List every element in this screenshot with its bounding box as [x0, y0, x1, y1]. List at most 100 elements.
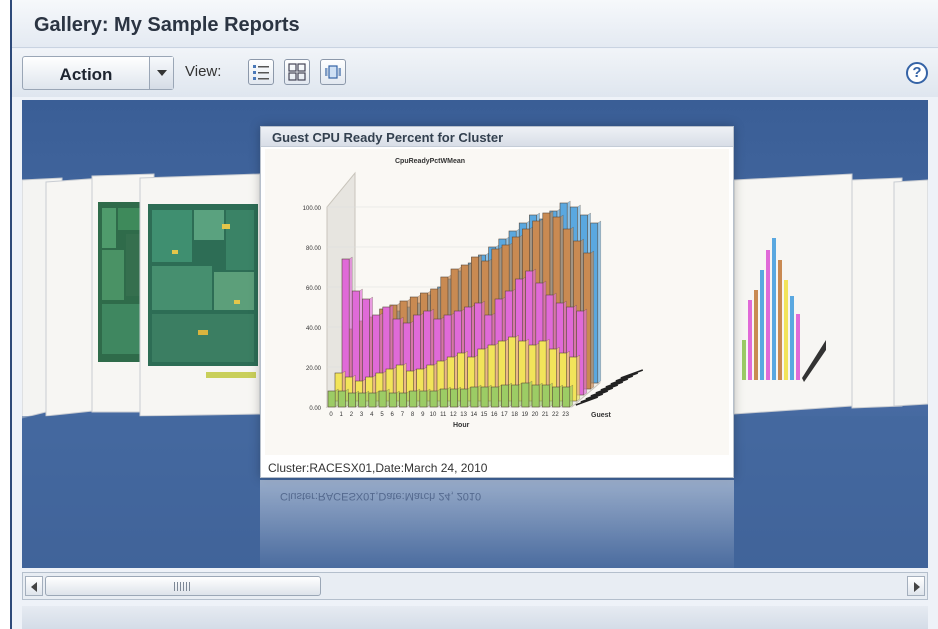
help-icon[interactable]: ?: [906, 62, 928, 84]
bar-side: [597, 220, 601, 384]
scroll-left-button[interactable]: [25, 576, 43, 596]
action-dropdown-toggle[interactable]: [149, 57, 173, 89]
bar: [450, 388, 458, 408]
bar-side: [487, 384, 492, 408]
x-tick-label: 12: [450, 412, 457, 418]
horizontal-scrollbar[interactable]: [22, 572, 928, 600]
bar-side: [355, 390, 359, 408]
coverflow-stage[interactable]: Guest CPU Ready Percent for Cluster 0.00…: [22, 100, 928, 568]
list-view-icon: [253, 65, 269, 80]
bar: [562, 386, 571, 408]
bar-side: [365, 390, 370, 408]
scrollbar-thumb[interactable]: [45, 576, 321, 596]
bar-side: [559, 384, 563, 408]
featured-report-card[interactable]: Guest CPU Ready Percent for Cluster 0.00…: [260, 126, 734, 478]
bar-side: [467, 386, 472, 408]
x-tick-label: 21: [542, 412, 549, 418]
report-caption: Cluster:RACESX01,Date:March 24, 2010: [268, 461, 488, 475]
grid-view-button[interactable]: [284, 59, 310, 85]
bar-side: [590, 250, 594, 390]
x-tick-label: 14: [470, 412, 477, 418]
z-axis-label: Guest: [591, 412, 612, 419]
bar: [511, 384, 520, 408]
bar-side: [385, 388, 390, 408]
x-tick-label: 17: [501, 412, 508, 418]
featured-report-reflection: Cluster:RACESX01,Date:March 24, 2010: [260, 480, 734, 568]
bar-side: [348, 256, 353, 396]
x-tick-label: 20: [532, 412, 539, 418]
bar-side: [334, 388, 339, 408]
bar: [439, 388, 448, 408]
x-tick-label: 4: [370, 412, 374, 418]
bar: [419, 390, 428, 408]
list-view-button[interactable]: [248, 59, 274, 85]
x-tick-label: 1: [340, 412, 344, 418]
bar: [368, 392, 377, 408]
x-tick-label: 18: [511, 412, 518, 418]
report-chart: 0.00 20.00 40.00 60.00 80.00 100.00 0 1 2 3 4 5 6 7 8 9…: [265, 149, 729, 455]
bar-side: [345, 388, 349, 408]
bar-side: [528, 380, 533, 408]
bar: [521, 382, 530, 408]
bar: [429, 390, 438, 408]
bar-side: [406, 390, 410, 408]
report-thumbnail-right-1[interactable]: [733, 173, 853, 415]
coverflow-view-icon: [325, 65, 341, 79]
reflection-caption: Cluster:RACESX01,Date:March 24, 2010: [280, 490, 482, 502]
x-tick-label: 5: [380, 412, 384, 418]
arrow-left-icon: [31, 582, 37, 592]
grip-icon: [174, 582, 190, 591]
status-bar: [22, 606, 928, 629]
bar-side: [477, 384, 482, 408]
bar-side: [508, 382, 512, 408]
bar: [470, 386, 479, 408]
bar: [358, 392, 367, 408]
action-button-label: Action: [59, 65, 113, 84]
chart-title: CpuReadyPctWMean: [395, 158, 465, 165]
gallery-panel: Gallery: My Sample Reports Action View:: [10, 0, 938, 629]
report-thumbnail-left-1[interactable]: [139, 173, 261, 417]
bar-side: [396, 390, 400, 408]
page-title: Gallery: My Sample Reports: [34, 14, 300, 36]
coverflow-view-button[interactable]: [320, 59, 346, 85]
bar-side: [447, 386, 451, 408]
view-label: View:: [185, 63, 222, 80]
x-tick-label: 9: [421, 412, 425, 418]
x-tick-label: 19: [521, 412, 528, 418]
bar-side: [359, 288, 363, 396]
bar: [490, 386, 499, 408]
x-tick-label: 2: [350, 412, 354, 418]
x-tick-label: 23: [562, 412, 569, 418]
y-tick-label: 20.00: [306, 366, 322, 372]
x-tick-label: 6: [391, 412, 395, 418]
bar-chart-3d: 0.0020.0040.0060.0080.00100.000 1 2 3 4 5 6 7 8 9…: [303, 158, 644, 429]
chevron-down-icon: [157, 70, 167, 76]
featured-report-title: Guest CPU Ready Percent for Cluster: [261, 127, 733, 147]
bar: [399, 392, 407, 408]
bar-side: [426, 388, 431, 408]
action-button[interactable]: Action: [22, 56, 174, 90]
scroll-right-button[interactable]: [907, 576, 925, 596]
bar: [388, 392, 397, 408]
title-bar: Gallery: My Sample Reports: [12, 0, 938, 48]
bar: [348, 392, 356, 408]
bar: [501, 384, 509, 408]
bar: [409, 390, 418, 408]
bar-side: [518, 382, 522, 408]
bar: [327, 390, 336, 408]
y-tick-label: 0.00: [309, 406, 321, 412]
x-tick-label: 13: [460, 412, 467, 418]
x-tick-label: 0: [329, 412, 333, 418]
bar-side: [539, 382, 543, 408]
bar: [552, 386, 560, 408]
report-thumbnail-right-3[interactable]: [893, 179, 928, 407]
x-tick-label: 10: [430, 412, 437, 418]
bar-side: [549, 382, 553, 408]
x-tick-label: 15: [481, 412, 488, 418]
x-tick-label: 16: [491, 412, 498, 418]
bar-side: [416, 388, 421, 408]
bar: [378, 390, 387, 408]
bar-side: [498, 384, 502, 408]
bar-side: [576, 354, 580, 402]
bar: [541, 384, 550, 408]
